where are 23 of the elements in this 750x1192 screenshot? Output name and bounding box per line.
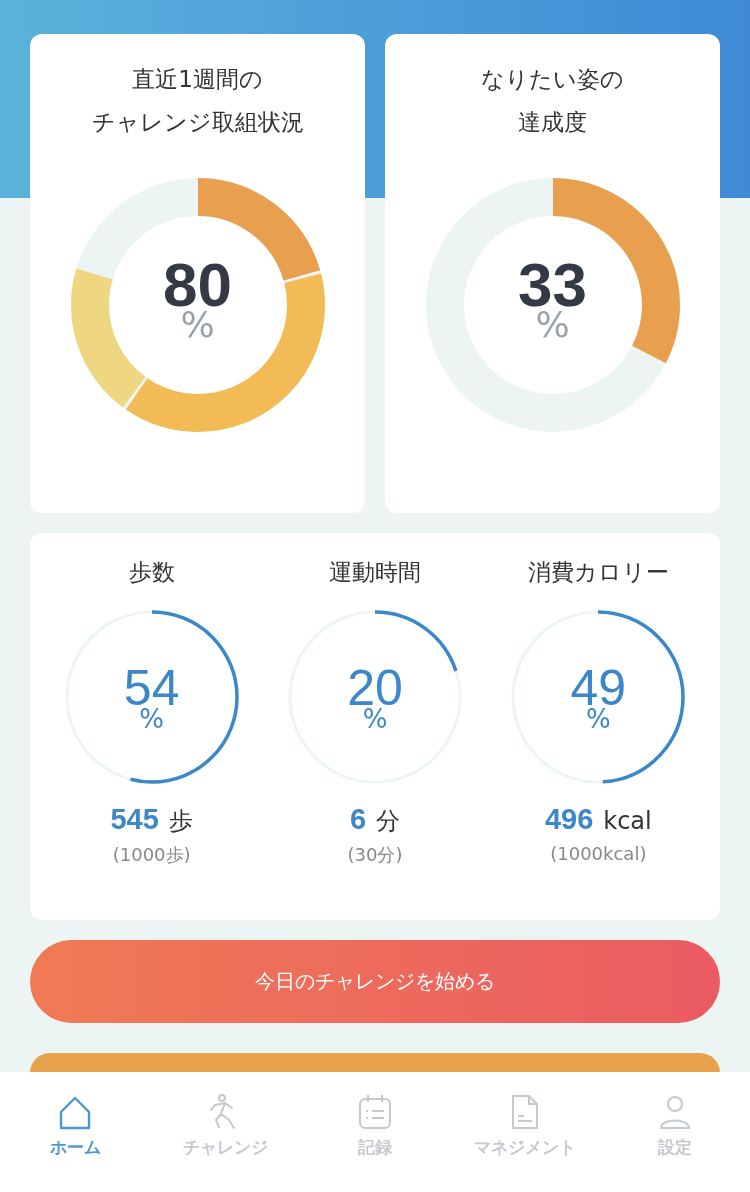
nav-tab[interactable]: ホーム <box>0 1092 150 1192</box>
card-title: チャレンジ取組状況 <box>91 108 304 137</box>
nav-tab[interactable]: チャレンジ <box>150 1092 300 1192</box>
nav-tab[interactable]: マネジメント <box>450 1092 600 1192</box>
amount-unit: kcal <box>603 806 652 837</box>
amount-value: 6 <box>349 802 367 837</box>
goal-text: (1000歩) <box>112 843 191 867</box>
action-button[interactable] <box>30 1053 720 1073</box>
stat-label: 歩数 <box>128 558 175 587</box>
card-title: なりたい姿の <box>481 65 624 94</box>
nav-tab[interactable]: 記録 <box>300 1092 450 1192</box>
amount-unit: 分 <box>376 806 401 837</box>
amount-value: 545 <box>110 802 159 837</box>
nav-tab[interactable]: 設定 <box>600 1092 750 1192</box>
goal-text: (1000kcal) <box>550 843 647 864</box>
stat-label: 消費カロリー <box>527 558 669 587</box>
card-title: 直近1週間の <box>132 65 263 94</box>
start-challenge-button[interactable]: 今日のチャレンジを始める <box>30 940 720 1023</box>
goal-text: (30分) <box>347 843 403 867</box>
stat-label: 運動時間 <box>329 558 421 587</box>
amount-value: 496 <box>544 802 594 837</box>
card-title: 達成度 <box>518 108 587 137</box>
amount-unit: 歩 <box>168 806 193 837</box>
